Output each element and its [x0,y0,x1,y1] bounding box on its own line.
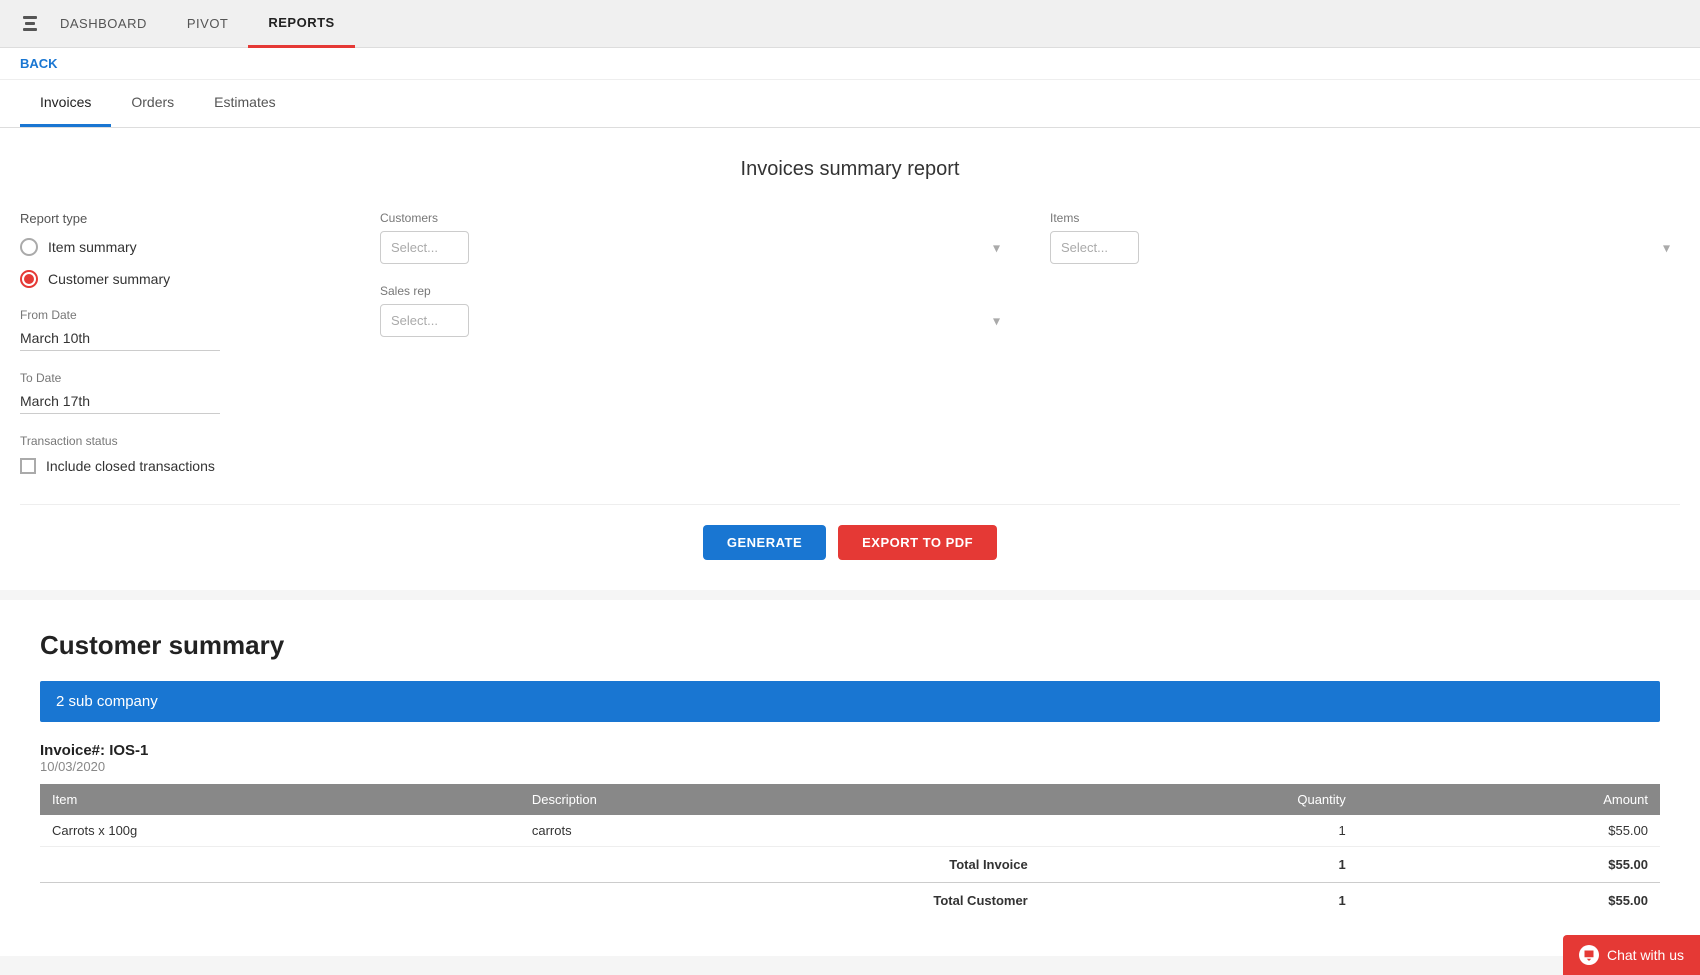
sales-rep-select-wrapper: Select... [380,304,1010,337]
total-customer-amount: $55.00 [1358,883,1660,919]
radio-group: Item summary Customer summary [20,238,340,288]
nav-pivot[interactable]: PIVOT [167,0,249,48]
top-navigation: DASHBOARD PIVOT REPORTS [0,0,1700,48]
table-row: Carrots x 100g carrots 1 $55.00 [40,815,1660,847]
generate-button[interactable]: GENERATE [703,525,826,560]
col-amount: Amount [1358,784,1660,815]
from-date-value[interactable]: March 10th [20,326,220,351]
items-select[interactable]: Select... [1050,231,1139,264]
logo-icon [20,14,40,34]
include-closed-checkbox[interactable]: Include closed transactions [20,458,340,474]
chat-icon [1579,945,1599,965]
radio-customer-summary-label: Customer summary [48,271,170,287]
tab-orders[interactable]: Orders [111,80,194,127]
results-title: Customer summary [40,630,1660,661]
form-section: Invoices summary report Report type Item… [0,128,1700,590]
col-item: Item [40,784,520,815]
to-date-field: To Date March 17th [20,371,340,414]
actions-row: GENERATE EXPORT TO PDF [20,504,1680,560]
total-customer-row: Total Customer 1 $55.00 [40,883,1660,919]
checkbox-box [20,458,36,474]
include-closed-label: Include closed transactions [46,458,215,474]
invoice-date: 10/03/2020 [40,759,1660,774]
radio-item-summary-label: Item summary [48,239,137,255]
form-right: Customers Select... Items Select... [380,211,1680,474]
chat-label: Chat with us [1607,947,1684,963]
results-section: Customer summary 2 sub company Invoice#:… [0,600,1700,956]
transaction-status-section: Transaction status Include closed transa… [20,434,340,474]
form-left: Report type Item summary Customer summar… [20,211,340,474]
back-link[interactable]: BACK [0,48,1700,80]
total-invoice-amount: $55.00 [1358,847,1660,883]
total-customer-label: Total Customer [520,883,1040,919]
radio-customer-summary[interactable]: Customer summary [20,270,340,288]
items-label: Items [1050,211,1680,225]
tabs-bar: Invoices Orders Estimates [0,80,1700,128]
total-customer-qty: 1 [1040,883,1358,919]
total-invoice-row: Total Invoice 1 $55.00 [40,847,1660,883]
to-date-label: To Date [20,371,340,385]
sales-rep-field: Sales rep Select... [380,284,1010,337]
items-field: Items Select... [1050,211,1680,264]
radio-item-summary-circle [20,238,38,256]
customers-select[interactable]: Select... [380,231,469,264]
invoice-number: Invoice#: IOS-1 [40,742,1660,759]
from-date-field: From Date March 10th [20,308,340,351]
cell-description: carrots [520,815,1040,847]
form-title: Invoices summary report [20,158,1680,181]
export-button[interactable]: EXPORT TO PDF [838,525,997,560]
invoice-table: Item Description Quantity Amount Carrots… [40,784,1660,918]
nav-reports[interactable]: REPORTS [248,0,354,48]
report-type-label: Report type [20,211,340,226]
cell-amount: $55.00 [1358,815,1660,847]
items-select-wrapper: Select... [1050,231,1680,264]
customers-label: Customers [380,211,1010,225]
transaction-status-label: Transaction status [20,434,340,448]
cell-quantity: 1 [1040,815,1358,847]
col-description: Description [520,784,1040,815]
customers-field: Customers Select... [380,211,1010,264]
total-invoice-qty: 1 [1040,847,1358,883]
filter-grid: Customers Select... Items Select... [380,211,1680,337]
from-date-label: From Date [20,308,340,322]
nav-dashboard[interactable]: DASHBOARD [40,0,167,48]
cell-item: Carrots x 100g [40,815,520,847]
chat-widget[interactable]: Chat with us [1563,935,1700,975]
total-invoice-label: Total Invoice [520,847,1040,883]
invoice-block: Invoice#: IOS-1 10/03/2020 Item Descript… [40,742,1660,918]
radio-item-summary[interactable]: Item summary [20,238,340,256]
to-date-value[interactable]: March 17th [20,389,220,414]
col-quantity: Quantity [1040,784,1358,815]
group-header: 2 sub company [40,681,1660,722]
sales-rep-label: Sales rep [380,284,1010,298]
tab-invoices[interactable]: Invoices [20,80,111,127]
tab-estimates[interactable]: Estimates [194,80,295,127]
radio-customer-summary-circle [20,270,38,288]
sales-rep-select[interactable]: Select... [380,304,469,337]
customers-select-wrapper: Select... [380,231,1010,264]
